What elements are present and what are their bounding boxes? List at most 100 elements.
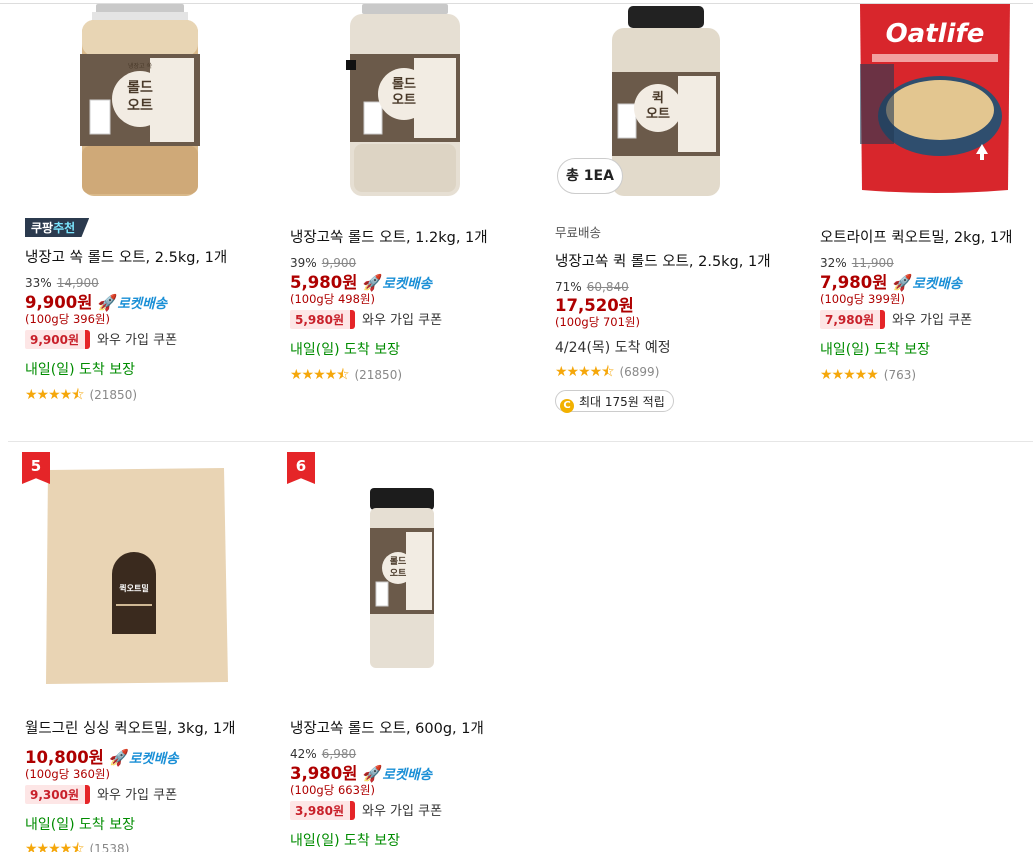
rocket-icon: 🚀 <box>108 748 129 767</box>
rank-badge: 6 <box>287 452 315 484</box>
rocket-icon: 🚀 <box>892 273 913 292</box>
rating-row: ★★★★⯪ (21850) <box>25 384 137 408</box>
discount-rate: 32% <box>820 256 847 270</box>
label-line1: 롤드 <box>127 80 153 96</box>
star-rating-icon: ★★★★⯪ <box>25 841 84 852</box>
star-rating-icon: ★★★★⯪ <box>290 367 349 383</box>
label-line2: 오트 <box>390 568 407 579</box>
product-title[interactable]: 월드그린 싱싱 퀵오트밀, 3kg, 1개 <box>25 717 235 738</box>
coupon-price: 7,980원 <box>820 310 885 329</box>
rating-row: ★★★★⯪ (6899) <box>555 361 659 385</box>
coupon-row: 9,300원 와우 가입 쿠폰 <box>25 784 177 804</box>
sale-price: 5,980원 <box>290 273 358 292</box>
original-price: 14,900 <box>56 276 99 290</box>
delivery-info: 내일(일) 도착 보장 <box>820 342 930 358</box>
rocket-icon: 🚀 <box>362 273 383 292</box>
star-rating-icon: ★★★★⯪ <box>555 364 614 380</box>
product-title[interactable]: 냉장고 쏙 롤드 오트, 2.5kg, 1개 <box>25 246 227 267</box>
label-line1: 롤드 <box>392 77 416 92</box>
product-title[interactable]: 냉장고쏙 롤드 오트, 600g, 1개 <box>290 717 484 738</box>
rocket-delivery-label: 로켓배송 <box>912 276 963 292</box>
unit-price: (100g당 360원) <box>25 767 110 781</box>
price-row: 7,980원 🚀로켓배송 <box>820 269 962 293</box>
coupon-price: 9,900원 <box>25 330 90 349</box>
original-price: 9,900 <box>321 256 357 270</box>
delivery-info: 4/24(목) 도착 예정 <box>555 340 671 356</box>
product-image[interactable]: Oatlife <box>858 4 1012 194</box>
unit-price: (100g당 396원) <box>25 312 110 326</box>
review-count: (1538) <box>89 842 130 852</box>
coupon-label: 와우 가입 쿠폰 <box>97 333 178 348</box>
cashback-badge: C 최대 175원 적립 <box>555 390 674 413</box>
sale-price: 10,800원 <box>25 748 104 767</box>
price-row: 9,900원 🚀로켓배송 <box>25 289 167 313</box>
coupon-row: 3,980원 와우 가입 쿠폰 <box>290 800 442 820</box>
coupon-row: 7,980원 와우 가입 쿠폰 <box>820 309 972 329</box>
discount-rate: 39% <box>290 256 317 270</box>
product-image[interactable]: 롤드 오트 <box>340 4 470 200</box>
product-image[interactable]: 롤드 오트 냉장고 쏙 <box>70 4 210 200</box>
review-count: (21850) <box>354 368 403 382</box>
coupon-price: 5,980원 <box>290 310 355 329</box>
coupon-label: 와우 가입 쿠폰 <box>362 804 443 819</box>
label-line2: 오트 <box>646 107 670 122</box>
product-image[interactable]: 퀵오트밀 <box>38 464 234 688</box>
label-brand: 냉장고 쏙 <box>128 62 152 70</box>
unit-price: (100g당 663원) <box>290 783 375 797</box>
cashback-text: 최대 175원 적립 <box>579 395 665 409</box>
original-price: 6,980 <box>321 747 357 761</box>
free-shipping-label: 무료배송 <box>555 225 602 240</box>
price-row: 10,800원 🚀로켓배송 <box>25 744 179 768</box>
product-image[interactable]: 롤드 오트 <box>368 488 436 670</box>
coupon-row: 9,900원 와우 가입 쿠폰 <box>25 329 177 349</box>
quantity-badge: 총 1EA <box>557 158 623 194</box>
rating-row: ★★★★⯪ (21850) <box>290 364 402 388</box>
discount-rate: 33% <box>25 276 52 290</box>
rocket-delivery-label: 로켓배송 <box>117 296 168 312</box>
review-count: (763) <box>883 368 917 382</box>
delivery-info: 내일(일) 도착 보장 <box>25 362 135 378</box>
coupang-recommend-badge: 쿠팡추천 <box>25 218 90 237</box>
coupon-price: 9,300원 <box>25 785 90 804</box>
price-row: 5,980원 🚀로켓배송 <box>290 269 432 293</box>
coupon-label: 와우 가입 쿠폰 <box>892 313 973 328</box>
rocket-icon: 🚀 <box>97 293 118 312</box>
sale-price: 7,980원 <box>820 273 888 292</box>
rating-row: ★★★★⯪ (1538) <box>25 838 129 852</box>
rating-row: ★★★★★ (763) <box>820 364 916 383</box>
sale-price: 3,980원 <box>290 764 358 783</box>
rocket-delivery-label: 로켓배송 <box>382 767 433 783</box>
price-row: 17,520원 <box>555 292 634 316</box>
rocket-icon: 🚀 <box>362 764 383 783</box>
review-count: (6899) <box>619 365 660 379</box>
product-image[interactable]: 퀵 오트 <box>608 4 724 198</box>
label-text: 퀵오트밀 <box>119 583 148 593</box>
coupon-price: 3,980원 <box>290 801 355 820</box>
coin-icon: C <box>560 399 574 413</box>
rocket-delivery-label: 로켓배송 <box>128 751 179 767</box>
label-line2: 오트 <box>392 93 416 108</box>
review-count: (21850) <box>89 388 138 402</box>
row-divider <box>8 441 1033 442</box>
rank-badge: 5 <box>22 452 50 484</box>
discount-rate: 42% <box>290 747 317 761</box>
star-rating-icon: ★★★★⯪ <box>25 387 84 403</box>
coupon-row: 5,980원 와우 가입 쿠폰 <box>290 309 442 329</box>
original-price: 11,900 <box>851 256 894 270</box>
price-row: 3,980원 🚀로켓배송 <box>290 760 432 784</box>
product-title[interactable]: 오트라이프 퀵오트밀, 2kg, 1개 <box>820 226 1013 247</box>
coupon-label: 와우 가입 쿠폰 <box>362 313 443 328</box>
label-line1: 퀵 <box>652 91 664 106</box>
sale-price: 17,520원 <box>555 296 634 315</box>
coupon-label: 와우 가입 쿠폰 <box>97 788 178 803</box>
product-title[interactable]: 냉장고쏙 퀵 롤드 오트, 2.5kg, 1개 <box>555 250 771 271</box>
unit-price: (100g당 498원) <box>290 292 375 306</box>
delivery-info: 내일(일) 도착 보장 <box>290 833 400 849</box>
label-line1: 롤드 <box>390 555 407 567</box>
delivery-info: 내일(일) 도착 보장 <box>290 342 400 358</box>
rocket-delivery-label: 로켓배송 <box>382 276 433 292</box>
product-title[interactable]: 냉장고쏙 롤드 오트, 1.2kg, 1개 <box>290 226 488 247</box>
unit-price: (100g당 701원) <box>555 315 640 329</box>
sale-price: 9,900원 <box>25 293 93 312</box>
brand-logo: Oatlife <box>886 19 985 49</box>
